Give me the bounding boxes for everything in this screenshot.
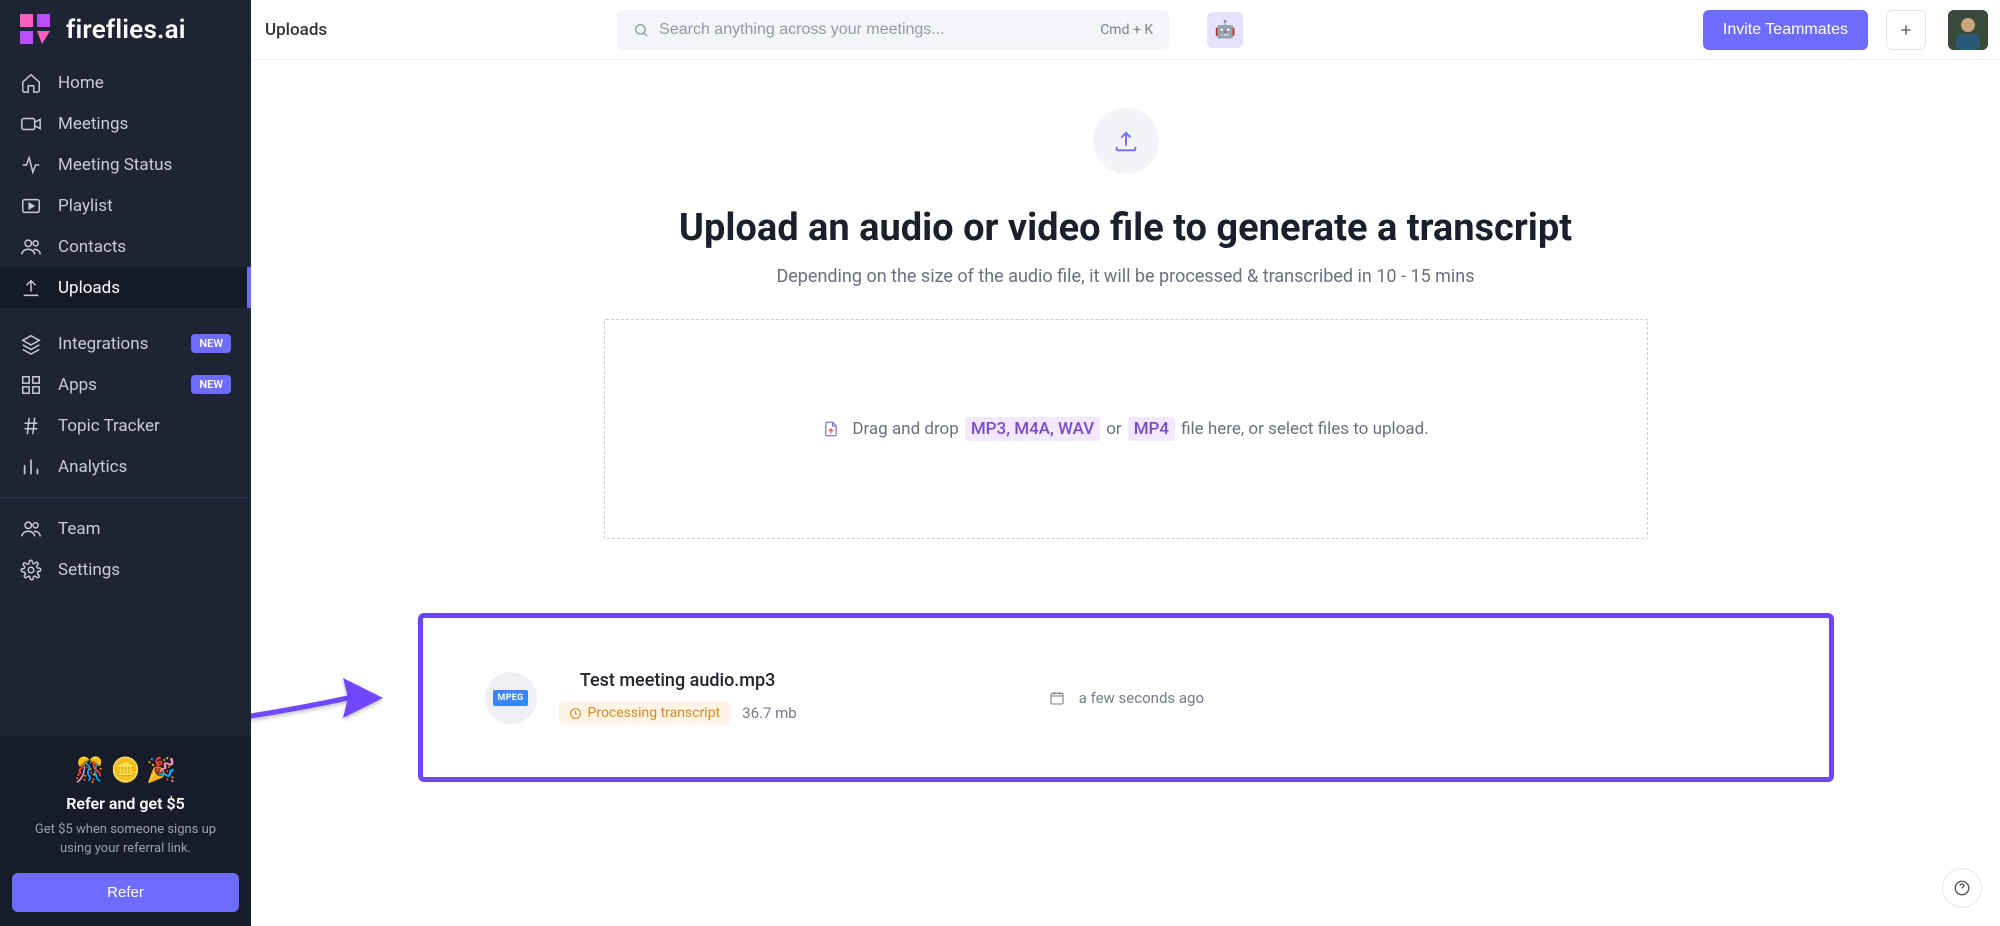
sidebar-item-meeting-status[interactable]: Meeting Status	[0, 144, 251, 185]
search-icon	[633, 22, 649, 38]
status-text: Processing transcript	[588, 705, 721, 721]
upload-icon	[20, 277, 42, 299]
search-shortcut: Cmd + K	[1100, 22, 1153, 38]
sidebar-item-label: Contacts	[58, 237, 126, 257]
analytics-icon	[20, 456, 42, 478]
topbar: Uploads Cmd + K 🤖 Invite Teammates	[251, 0, 2000, 60]
user-avatar[interactable]	[1948, 10, 1988, 50]
video-icon	[20, 113, 42, 135]
sidebar-item-label: Integrations	[58, 334, 148, 354]
upload-hero-icon-wrap	[1093, 108, 1159, 174]
brand-logo[interactable]: fireflies.ai	[0, 0, 251, 60]
team-icon	[20, 518, 42, 540]
content: Upload an audio or video file to generat…	[251, 60, 2000, 926]
search-box[interactable]: Cmd + K	[617, 10, 1169, 50]
contacts-icon	[20, 236, 42, 258]
hash-icon	[20, 415, 42, 437]
sidebar-item-label: Home	[58, 73, 104, 93]
bot-button[interactable]: 🤖	[1207, 12, 1243, 48]
integrations-icon	[20, 333, 42, 355]
playlist-icon	[20, 195, 42, 217]
file-type-icon-wrap: MPEG	[485, 672, 537, 724]
help-button[interactable]	[1942, 868, 1982, 908]
upload-time: a few seconds ago	[1049, 689, 1204, 707]
document-icon	[822, 418, 840, 440]
file-size: 36.7 mb	[742, 704, 797, 722]
settings-icon	[20, 559, 42, 581]
sidebar-item-label: Team	[58, 519, 101, 539]
sidebar-item-meetings[interactable]: Meetings	[0, 103, 251, 144]
sidebar-item-topic-tracker[interactable]: Topic Tracker	[0, 405, 251, 446]
sidebar-item-analytics[interactable]: Analytics	[0, 446, 251, 487]
upload-hero: Upload an audio or video file to generat…	[251, 60, 2000, 782]
bot-icon: 🤖	[1215, 20, 1236, 40]
refer-description: Get $5 when someone signs up using your …	[12, 821, 239, 859]
refer-emoji-icon: 🎊 🪙 🎉	[12, 756, 239, 784]
refer-button[interactable]: Refer	[12, 873, 239, 912]
page-title: Uploads	[265, 20, 327, 40]
brand-name: fireflies.ai	[66, 15, 186, 45]
refer-panel: 🎊 🪙 🎉 Refer and get $5 Get $5 when someo…	[0, 736, 251, 926]
fireflies-logo-icon	[20, 14, 52, 46]
sidebar-item-team[interactable]: Team	[0, 508, 251, 549]
add-button[interactable]	[1886, 10, 1926, 50]
annotation-arrow-icon	[251, 663, 383, 733]
sidebar-item-home[interactable]: Home	[0, 62, 251, 103]
dropzone-text-pre: Drag and drop	[852, 419, 958, 439]
file-name: Test meeting audio.mp3	[559, 670, 797, 691]
plus-icon	[1898, 22, 1914, 38]
apps-icon	[20, 374, 42, 396]
sidebar-nav: Home Meetings Meeting Status Playlist Co…	[0, 60, 251, 590]
file-meta: Processing transcript 36.7 mb	[559, 701, 797, 725]
calendar-icon	[1049, 690, 1065, 706]
sidebar-item-label: Uploads	[58, 278, 120, 298]
sidebar-item-settings[interactable]: Settings	[0, 549, 251, 590]
sidebar: fireflies.ai Home Meetings Meeting Statu…	[0, 0, 251, 926]
file-info: Test meeting audio.mp3 Processing transc…	[559, 670, 797, 725]
hero-title: Upload an audio or video file to generat…	[251, 206, 2000, 250]
help-icon	[1953, 879, 1971, 897]
clock-icon	[569, 707, 582, 720]
sidebar-item-uploads[interactable]: Uploads	[0, 267, 251, 308]
dropzone[interactable]: Drag and drop MP3, M4A, WAV or MP4 file …	[604, 319, 1648, 539]
sidebar-item-playlist[interactable]: Playlist	[0, 185, 251, 226]
dropzone-formats-audio: MP3, M4A, WAV	[965, 417, 1100, 441]
dropzone-formats-video: MP4	[1128, 417, 1175, 441]
new-badge: NEW	[191, 334, 231, 353]
file-type-badge: MPEG	[493, 690, 527, 706]
status-icon	[20, 154, 42, 176]
upload-item-card[interactable]: MPEG Test meeting audio.mp3 Processing t…	[418, 613, 1834, 782]
processing-status-chip: Processing transcript	[559, 701, 731, 725]
sidebar-item-label: Meeting Status	[58, 155, 172, 175]
main-area: Uploads Cmd + K 🤖 Invite Teammates	[251, 0, 2000, 926]
sidebar-item-label: Playlist	[58, 196, 113, 216]
sidebar-item-label: Meetings	[58, 114, 128, 134]
refer-title: Refer and get $5	[12, 794, 239, 813]
sidebar-item-label: Topic Tracker	[58, 416, 160, 436]
upload-time-text: a few seconds ago	[1079, 689, 1204, 707]
upload-large-icon	[1112, 127, 1140, 155]
sidebar-item-label: Settings	[58, 560, 120, 580]
sidebar-item-integrations[interactable]: Integrations NEW	[0, 323, 251, 364]
sidebar-item-label: Analytics	[58, 457, 127, 477]
sidebar-item-contacts[interactable]: Contacts	[0, 226, 251, 267]
sidebar-item-label: Apps	[58, 375, 97, 395]
search-input[interactable]	[659, 21, 1100, 39]
new-badge: NEW	[191, 375, 231, 394]
dropzone-text-or: or	[1106, 419, 1121, 439]
home-icon	[20, 72, 42, 94]
dropzone-text-post: file here, or select files to upload.	[1181, 419, 1429, 439]
sidebar-item-apps[interactable]: Apps NEW	[0, 364, 251, 405]
invite-teammates-button[interactable]: Invite Teammates	[1703, 10, 1868, 50]
hero-subtitle: Depending on the size of the audio file,…	[251, 266, 2000, 287]
